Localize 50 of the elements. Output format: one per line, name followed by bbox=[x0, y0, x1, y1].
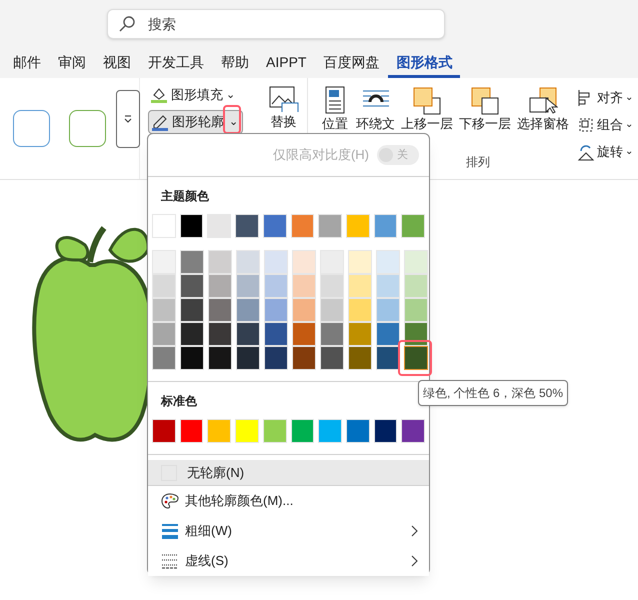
align-button[interactable]: 对齐⌄ bbox=[577, 86, 633, 109]
arrange-button[interactable]: 选择窗格 bbox=[517, 86, 569, 179]
paint-bucket-icon bbox=[150, 86, 168, 104]
toggle-label: 仅限高对比度(H) bbox=[272, 146, 369, 164]
pen-icon bbox=[151, 113, 169, 131]
group-button[interactable]: 组合⌄ bbox=[577, 113, 633, 136]
gallery-more-button[interactable] bbox=[116, 90, 140, 148]
ribbon-tab[interactable]: 百度网盘 bbox=[315, 50, 388, 78]
palette-icon bbox=[161, 492, 179, 510]
shape-style-preview[interactable] bbox=[13, 110, 50, 147]
rotate-icon bbox=[577, 142, 595, 160]
menu-item[interactable]: 虚线(S) bbox=[148, 546, 429, 576]
menu-item[interactable]: 粗细(W) bbox=[148, 516, 429, 546]
group-icon bbox=[577, 116, 595, 134]
menu-item[interactable]: 无轮廓(N) bbox=[148, 460, 429, 486]
chevron-right-icon bbox=[411, 525, 419, 537]
ribbon-tab[interactable]: 开发工具 bbox=[140, 50, 212, 78]
layers-icon bbox=[412, 86, 442, 115]
caret-icon: ⌄ bbox=[625, 144, 633, 159]
ribbon-tab[interactable]: 邮件 bbox=[5, 50, 49, 78]
search-field[interactable]: 搜索 bbox=[107, 9, 445, 39]
shape-outline-button[interactable]: 图形轮廓 ⌄ bbox=[148, 110, 243, 134]
ribbon-tab[interactable]: AIPPT bbox=[258, 50, 314, 78]
ribbon-tab[interactable]: 视图 bbox=[95, 50, 139, 78]
menu-item[interactable]: 其他轮廓颜色(M)... bbox=[148, 486, 429, 516]
chevron-right-icon bbox=[411, 555, 419, 567]
section-title: 主题颜色 bbox=[160, 188, 210, 205]
group-label: 排列 bbox=[466, 154, 490, 171]
expand-icon bbox=[124, 115, 132, 123]
highlight-frame bbox=[398, 340, 432, 376]
caret-icon: ⌄ bbox=[625, 117, 633, 132]
toggle-thumb bbox=[379, 148, 393, 162]
caret-icon: ⌄ bbox=[227, 114, 240, 130]
caret-icon: ⌄ bbox=[625, 90, 633, 105]
search-icon bbox=[119, 16, 135, 32]
rotate-button[interactable]: 旋转⌄ bbox=[577, 140, 633, 163]
dash-style-icon bbox=[161, 553, 179, 569]
color-swatch[interactable] bbox=[404, 346, 428, 370]
caret-icon: ⌄ bbox=[226, 86, 235, 104]
line-weight-icon bbox=[161, 523, 179, 539]
section-title: 标准色 bbox=[160, 393, 198, 410]
replace-button[interactable]: 替换 bbox=[268, 86, 298, 130]
layers-icon bbox=[470, 86, 500, 115]
picture-icon bbox=[268, 86, 298, 112]
ribbon-tab[interactable]: 帮助 bbox=[213, 50, 257, 78]
shape-fill-button[interactable]: 图形填充 ⌄ bbox=[148, 84, 237, 106]
shape-style-preview[interactable] bbox=[69, 110, 106, 147]
tooltip: 绿色, 个性色 6，深色 50% bbox=[418, 380, 568, 406]
layers-icon bbox=[528, 86, 558, 115]
ribbon-tab[interactable]: 审阅 bbox=[50, 50, 94, 78]
